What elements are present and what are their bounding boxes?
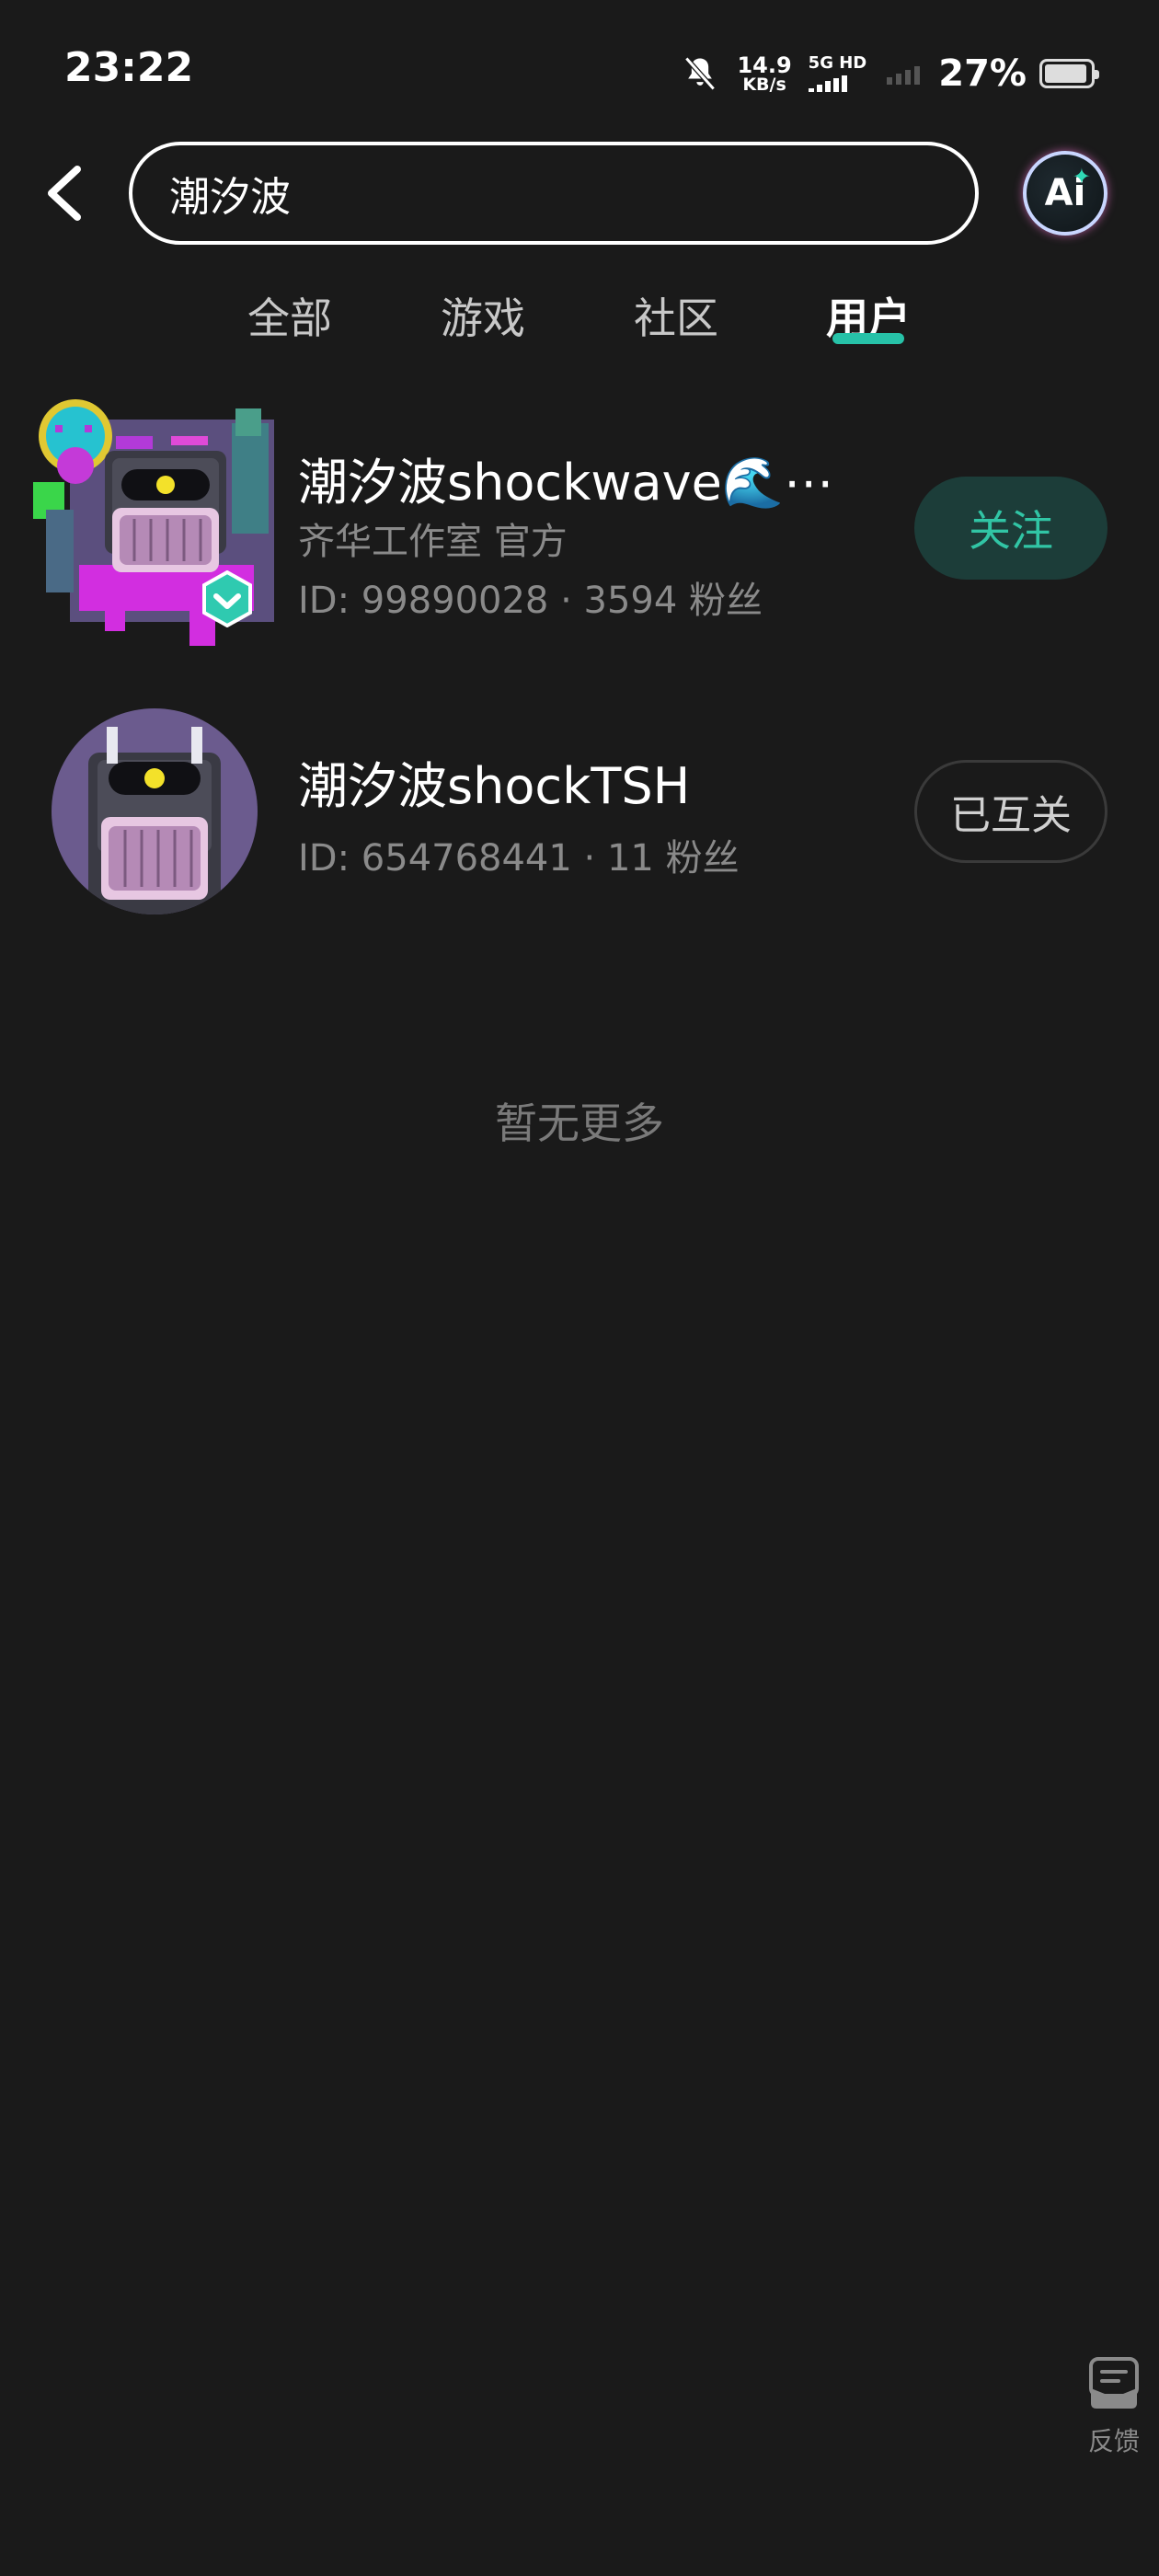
status-icons: 14.9 KB/s 5G HD 27% (680, 46, 1099, 101)
verified-badge-icon (202, 570, 252, 627)
network-speed: 14.9 KB/s (737, 54, 791, 94)
user-id-followers: ID: 654768441 · 11 粉丝 (298, 837, 740, 880)
feedback-label: 反馈 (1087, 2426, 1140, 2456)
network-speed-unit: KB/s (742, 74, 786, 95)
no-more-results-label: 暂无更多 (495, 1098, 664, 1148)
active-tab-indicator (832, 333, 904, 344)
user-id-followers: ID: 99890028 · 3594 粉丝 (298, 580, 763, 622)
user-result-row[interactable]: 潮汐波shockTSH ID: 654768441 · 11 粉丝 已互关 (0, 699, 1159, 920)
mutual-follow-button[interactable]: 已互关 (914, 760, 1107, 863)
network-type-label: 5G HD (808, 53, 867, 73)
tab-games[interactable]: 游戏 (409, 285, 557, 346)
search-input[interactable]: 潮汐波 (129, 142, 979, 245)
battery-icon (1039, 59, 1099, 88)
network-speed-value: 14.9 (737, 52, 792, 78)
status-time: 23:22 (64, 44, 194, 91)
user-name: 潮汐波shockwave🌊⋯ (298, 454, 834, 512)
feedback-button[interactable]: 反馈 (1082, 2355, 1146, 2458)
tab-all[interactable]: 全部 (216, 285, 363, 346)
battery-percent: 27% (938, 52, 1027, 95)
sparkle-icon: ✦ (1072, 164, 1091, 190)
user-name: 潮汐波shockTSH (298, 757, 691, 815)
avatar[interactable] (52, 708, 258, 914)
user-result-row[interactable]: 潮汐波shockwave🌊⋯ 齐华工作室 官方 ID: 99890028 · 3… (0, 396, 1159, 662)
signal-secondary-icon (887, 63, 921, 85)
tab-community[interactable]: 社区 (602, 285, 750, 346)
result-tabs: 全部 游戏 社区 用户 (0, 285, 1159, 359)
back-arrow-icon[interactable] (37, 156, 101, 230)
follow-button[interactable]: 关注 (914, 477, 1107, 580)
signal-5g-icon: 5G HD (808, 53, 867, 92)
notification-muted-icon (684, 56, 717, 91)
user-organization: 齐华工作室 官方 (298, 521, 568, 563)
search-query: 潮汐波 (169, 174, 291, 221)
status-bar: 23:22 14.9 KB/s 5G HD 27% (0, 0, 1159, 138)
search-results-screen: 23:22 14.9 KB/s 5G HD 27% 潮汐波 Ai ✦ 全部 游戏… (0, 0, 1159, 2576)
feedback-icon (1089, 2357, 1139, 2409)
ai-assistant-button[interactable]: Ai ✦ (1023, 151, 1107, 236)
